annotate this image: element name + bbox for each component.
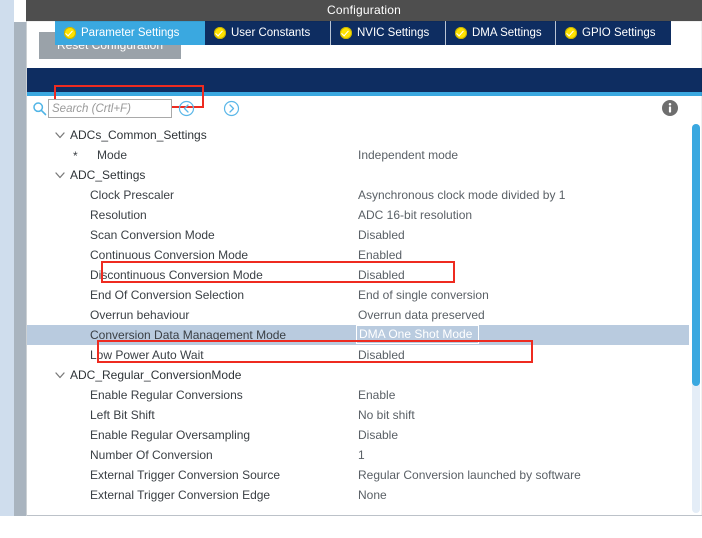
search-input[interactable] [48,99,172,118]
tree-item-row[interactable]: * Mode Independent mode [27,145,702,165]
parameter-value[interactable]: Enabled [358,245,402,265]
tree-item-row[interactable]: Enable Regular Conversions Enable [27,385,702,405]
parameter-name: ADC_Settings [70,168,146,182]
tab-gpio-settings[interactable]: GPIO Settings [556,21,671,45]
parameter-value[interactable]: Independent mode [358,145,458,165]
tree-group-row[interactable]: ADC_Settings [27,165,702,185]
parameter-value[interactable]: End of single conversion [358,285,489,305]
parameter-value[interactable]: Disabled [358,265,405,285]
tree-item-row[interactable]: Overrun behaviour Overrun data preserved [27,305,702,325]
tab-parameter-settings[interactable]: Parameter Settings [55,21,205,45]
info-icon[interactable] [661,99,679,117]
tab-label: Parameter Settings [81,27,180,39]
parameter-tree[interactable]: ADCs_Common_Settings * Mode Independent mod… [27,122,702,516]
tree-group-row[interactable]: ADCs_Common_Settings [27,125,702,145]
parameter-name: Conversion Data Management Mode [90,328,287,342]
tree-bottom-edge [27,515,702,538]
parameter-value[interactable]: Asynchronous clock mode divided by 1 [358,185,565,205]
parameter-value[interactable]: ADC 16-bit resolution [358,205,472,225]
parameter-name: Resolution [90,208,147,222]
parameter-name: Clock Prescaler [90,188,175,202]
tree-item-row[interactable]: External Trigger Conversion Edge None [27,485,702,505]
tree-item-row[interactable]: End Of Conversion Selection End of single… [27,285,702,305]
parameter-name: Enable Regular Conversions [90,388,243,402]
parameter-value[interactable]: Regular Conversion launched by software [358,465,581,485]
tree-item-row[interactable]: Enable Regular Oversampling Disable [27,425,702,445]
search-icon [32,101,47,116]
parameter-name: Overrun behaviour [90,308,190,322]
parameter-name: External Trigger Conversion Edge [90,488,271,502]
parameter-name: Mode [97,148,128,162]
chevron-left-circle-icon[interactable] [178,100,195,117]
parameter-value[interactable]: Disabled [358,345,405,365]
parameter-name: ADCs_Common_Settings [70,128,207,142]
tree-item-row[interactable]: Continuous Conversion Mode Enabled [27,245,702,265]
parameter-name: Discontinuous Conversion Mode [90,268,263,282]
tree-item-row[interactable]: Resolution ADC 16-bit resolution [27,205,702,225]
tab-label: User Constants [231,27,311,39]
tab-label: NVIC Settings [357,27,430,39]
left-gutter-blue [0,0,14,516]
chevron-down-icon[interactable] [53,165,67,185]
tab-user-constants[interactable]: User Constants [205,21,331,45]
modified-marker: * [73,149,78,163]
parameter-name: Number Of Conversion [90,448,213,462]
scrollbar-thumb[interactable] [692,124,700,386]
parameter-name: Low Power Auto Wait [90,348,204,362]
tree-item-row[interactable]: Discontinuous Conversion Mode Disabled [27,265,702,285]
tab-label: GPIO Settings [582,27,656,39]
check-circle-icon [340,27,352,39]
parameter-value[interactable]: 1 [358,445,365,465]
parameter-name: External Trigger Conversion Source [90,468,281,482]
configuration-panel: Reset Configuration Parameter Settings Us… [26,21,702,538]
tree-item-row[interactable]: External Trigger Conversion Source Regula… [27,465,702,485]
tab-label: DMA Settings [472,27,542,39]
parameter-name: Continuous Conversion Mode [90,248,249,262]
parameter-value[interactable]: Disabled [358,225,405,245]
tree-item-row[interactable]: Scan Conversion Mode Disabled [27,225,702,245]
tree-group-row[interactable]: ADC_Regular_ConversionMode [27,365,702,385]
search-row [27,96,702,122]
window-title: Configuration [26,0,702,21]
tab-bar [27,68,702,92]
parameter-value[interactable]: None [358,485,387,505]
parameter-value[interactable]: Enable [358,385,395,405]
left-gutter-gray [14,22,26,516]
check-circle-icon [64,27,76,39]
parameter-value[interactable]: No bit shift [358,405,415,425]
tree-item-row[interactable]: Left Bit Shift No bit shift [27,405,702,425]
check-circle-icon [214,27,226,39]
configuration-window: Configuration Reset Configuration Parame… [0,0,702,538]
tree-item-row[interactable]: Low Power Auto Wait Disabled [27,345,702,365]
tree-item-row[interactable]: Conversion Data Management Mode DMA One S… [27,325,702,345]
tab-nvic-settings[interactable]: NVIC Settings [331,21,446,45]
tab-dma-settings[interactable]: DMA Settings [446,21,556,45]
tree-item-row[interactable]: Number Of Conversion 1 [27,445,702,465]
parameter-name: Scan Conversion Mode [90,228,215,242]
chevron-down-icon[interactable] [53,125,67,145]
parameter-value[interactable]: DMA One Shot Mode [356,325,480,344]
check-circle-icon [455,27,467,39]
chevron-right-circle-icon[interactable] [223,100,240,117]
check-circle-icon [565,27,577,39]
tree-item-row[interactable]: Clock Prescaler Asynchronous clock mode d… [27,185,702,205]
parameter-name: Enable Regular Oversampling [90,428,251,442]
parameter-name: End Of Conversion Selection [90,288,245,302]
chevron-down-icon[interactable] [53,365,67,385]
vertical-scrollbar[interactable] [689,122,702,515]
parameter-name: ADC_Regular_ConversionMode [70,368,242,382]
parameter-value[interactable]: Disable [358,425,398,445]
parameter-name: Left Bit Shift [90,408,155,422]
parameter-value[interactable]: Overrun data preserved [358,305,485,325]
